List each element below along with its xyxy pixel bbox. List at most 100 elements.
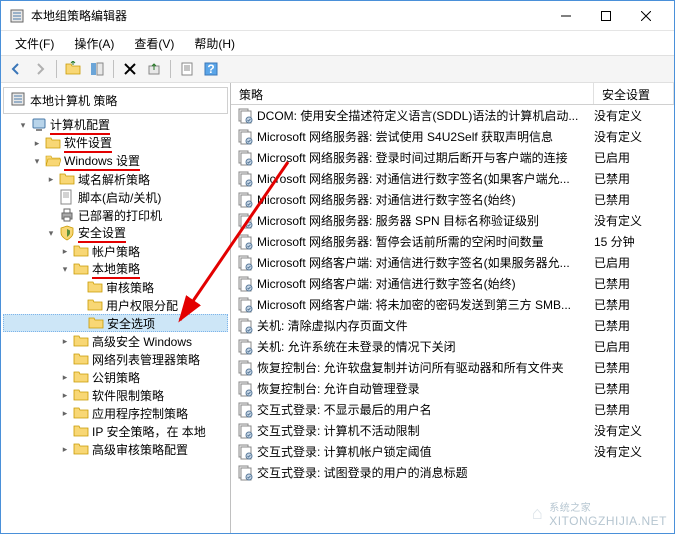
policy-name: 交互式登录: 试图登录的用户的消息标题 bbox=[257, 464, 594, 481]
up-button[interactable] bbox=[62, 58, 84, 80]
tree-node-15[interactable]: ▸软件限制策略 bbox=[3, 386, 228, 404]
tree-node-8[interactable]: ▾本地策略 bbox=[3, 260, 228, 278]
folder-icon bbox=[73, 243, 89, 259]
policy-icon bbox=[237, 465, 253, 481]
expander-icon[interactable]: ▸ bbox=[59, 371, 71, 383]
tree-node-13[interactable]: 网络列表管理器策略 bbox=[3, 350, 228, 368]
back-button[interactable] bbox=[5, 58, 27, 80]
expander-icon[interactable]: ▸ bbox=[59, 389, 71, 401]
tree-node-2[interactable]: ▾Windows 设置 bbox=[3, 152, 228, 170]
list-item[interactable]: 交互式登录: 计算机不活动限制没有定义 bbox=[231, 420, 674, 441]
tree-node-7[interactable]: ▸帐户策略 bbox=[3, 242, 228, 260]
expander-icon[interactable]: ▸ bbox=[59, 335, 71, 347]
help-button[interactable]: ? bbox=[200, 58, 222, 80]
tree-node-label: 脚本(启动/关机) bbox=[78, 189, 161, 206]
list-item[interactable]: Microsoft 网络客户端: 对通信进行数字签名(如果服务器允...已启用 bbox=[231, 252, 674, 273]
tree-node-18[interactable]: ▸高级审核策略配置 bbox=[3, 440, 228, 458]
expander-icon[interactable]: ▸ bbox=[45, 173, 57, 185]
tree-node-12[interactable]: ▸高级安全 Windows bbox=[3, 332, 228, 350]
list-item[interactable]: 恢复控制台: 允许自动管理登录已禁用 bbox=[231, 378, 674, 399]
list-item[interactable]: 关机: 允许系统在未登录的情况下关闭已启用 bbox=[231, 336, 674, 357]
delete-button[interactable] bbox=[119, 58, 141, 80]
tree-pane[interactable]: 本地计算机 策略 ▾ 计算机配置▸软件设置▾Windows 设置▸域名解析策略脚本… bbox=[1, 83, 231, 533]
policy-value: 15 分钟 bbox=[594, 233, 674, 250]
tree-node-0[interactable]: ▾ 计算机配置 bbox=[3, 116, 228, 134]
expander-icon[interactable]: ▾ bbox=[31, 155, 43, 167]
folder-icon bbox=[73, 261, 89, 277]
policy-icon bbox=[237, 108, 253, 124]
tree-node-label: IP 安全策略，在 本地 bbox=[92, 423, 206, 440]
policy-value: 已启用 bbox=[594, 254, 674, 271]
tree-node-17[interactable]: IP 安全策略，在 本地 bbox=[3, 422, 228, 440]
menu-view[interactable]: 查看(V) bbox=[126, 33, 182, 54]
expander-icon bbox=[59, 353, 71, 365]
policy-name: 交互式登录: 计算机帐户锁定阈值 bbox=[257, 443, 594, 460]
tree-node-14[interactable]: ▸公钥策略 bbox=[3, 368, 228, 386]
menu-file[interactable]: 文件(F) bbox=[7, 33, 62, 54]
folder-icon bbox=[45, 135, 61, 151]
policy-icon bbox=[237, 276, 253, 292]
policy-value: 已禁用 bbox=[594, 401, 674, 418]
folder-icon bbox=[59, 171, 75, 187]
expander-icon[interactable]: ▾ bbox=[45, 227, 57, 239]
policy-icon bbox=[237, 339, 253, 355]
tree-node-16[interactable]: ▸应用程序控制策略 bbox=[3, 404, 228, 422]
list-item[interactable]: 交互式登录: 计算机帐户锁定阈值没有定义 bbox=[231, 441, 674, 462]
list-body[interactable]: DCOM: 使用安全描述符定义语言(SDDL)语法的计算机启动...没有定义Mi… bbox=[231, 105, 674, 533]
policy-value: 已禁用 bbox=[594, 359, 674, 376]
folder-icon bbox=[73, 333, 89, 349]
list-item[interactable]: Microsoft 网络客户端: 对通信进行数字签名(始终)已禁用 bbox=[231, 273, 674, 294]
list-item[interactable]: Microsoft 网络服务器: 服务器 SPN 目标名称验证级别没有定义 bbox=[231, 210, 674, 231]
column-policy[interactable]: 策略 bbox=[231, 83, 594, 104]
tree-node-3[interactable]: ▸域名解析策略 bbox=[3, 170, 228, 188]
script-icon bbox=[59, 189, 75, 205]
policy-name: 交互式登录: 不显示最后的用户名 bbox=[257, 401, 594, 418]
list-item[interactable]: 交互式登录: 试图登录的用户的消息标题 bbox=[231, 462, 674, 483]
minimize-button[interactable] bbox=[546, 2, 586, 30]
tree-node-1[interactable]: ▸软件设置 bbox=[3, 134, 228, 152]
policy-value: 已禁用 bbox=[594, 317, 674, 334]
expander-icon[interactable]: ▾ bbox=[17, 119, 29, 131]
policy-name: Microsoft 网络客户端: 对通信进行数字签名(如果服务器允... bbox=[257, 254, 594, 271]
maximize-button[interactable] bbox=[586, 2, 626, 30]
tree-node-10[interactable]: 用户权限分配 bbox=[3, 296, 228, 314]
tree-root[interactable]: 本地计算机 策略 bbox=[3, 87, 228, 114]
list-item[interactable]: Microsoft 网络客户端: 将未加密的密码发送到第三方 SMB...已禁用 bbox=[231, 294, 674, 315]
expander-icon[interactable]: ▾ bbox=[59, 263, 71, 275]
tree-node-5[interactable]: 已部署的打印机 bbox=[3, 206, 228, 224]
tree-node-6[interactable]: ▾安全设置 bbox=[3, 224, 228, 242]
folder-icon bbox=[88, 315, 104, 331]
column-setting[interactable]: 安全设置 bbox=[594, 83, 674, 104]
list-item[interactable]: Microsoft 网络服务器: 对通信进行数字签名(始终)已禁用 bbox=[231, 189, 674, 210]
show-hide-tree-button[interactable] bbox=[86, 58, 108, 80]
close-button[interactable] bbox=[626, 2, 666, 30]
menu-help[interactable]: 帮助(H) bbox=[186, 33, 243, 54]
tree-node-11[interactable]: 安全选项 bbox=[3, 314, 228, 332]
list-item[interactable]: DCOM: 使用安全描述符定义语言(SDDL)语法的计算机启动...没有定义 bbox=[231, 105, 674, 126]
list-item[interactable]: 恢复控制台: 允许软盘复制并访问所有驱动器和所有文件夹已禁用 bbox=[231, 357, 674, 378]
tree-node-label: 计算机配置 bbox=[50, 116, 110, 135]
forward-button[interactable] bbox=[29, 58, 51, 80]
export-button[interactable] bbox=[143, 58, 165, 80]
policy-icon bbox=[237, 171, 253, 187]
list-item[interactable]: Microsoft 网络服务器: 对通信进行数字签名(如果客户端允...已禁用 bbox=[231, 168, 674, 189]
policy-value: 没有定义 bbox=[594, 443, 674, 460]
menu-action[interactable]: 操作(A) bbox=[66, 33, 122, 54]
tree-node-4[interactable]: 脚本(启动/关机) bbox=[3, 188, 228, 206]
list-item[interactable]: 交互式登录: 不显示最后的用户名已禁用 bbox=[231, 399, 674, 420]
expander-icon[interactable]: ▸ bbox=[31, 137, 43, 149]
list-item[interactable]: 关机: 清除虚拟内存页面文件已禁用 bbox=[231, 315, 674, 336]
tree-node-9[interactable]: 审核策略 bbox=[3, 278, 228, 296]
policy-value: 已启用 bbox=[594, 149, 674, 166]
policy-value: 没有定义 bbox=[594, 107, 674, 124]
expander-icon[interactable]: ▸ bbox=[59, 407, 71, 419]
policy-icon bbox=[237, 192, 253, 208]
list-item[interactable]: Microsoft 网络服务器: 暂停会话前所需的空闲时间数量15 分钟 bbox=[231, 231, 674, 252]
tree-root-label: 本地计算机 策略 bbox=[30, 92, 117, 109]
expander-icon[interactable]: ▸ bbox=[59, 443, 71, 455]
app-icon bbox=[9, 8, 25, 24]
properties-button[interactable] bbox=[176, 58, 198, 80]
list-item[interactable]: Microsoft 网络服务器: 尝试使用 S4U2Self 获取声明信息没有定… bbox=[231, 126, 674, 147]
list-item[interactable]: Microsoft 网络服务器: 登录时间过期后断开与客户端的连接已启用 bbox=[231, 147, 674, 168]
expander-icon[interactable]: ▸ bbox=[59, 245, 71, 257]
